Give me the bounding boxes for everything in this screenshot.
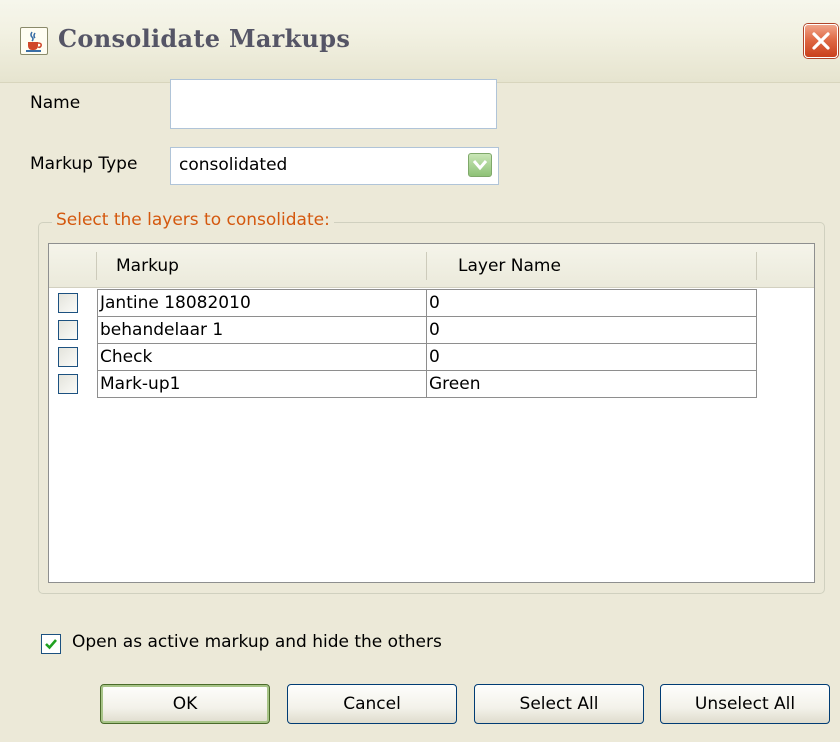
markup-cell[interactable]: Mark-up1 [97, 370, 427, 398]
dropdown-arrow-button[interactable] [468, 153, 492, 177]
layers-table[interactable]: Markup Layer Name Jantine 18082010 0 beh… [48, 243, 815, 583]
row-checkbox[interactable] [58, 320, 78, 340]
table-row[interactable]: behandelaar 1 0 [49, 316, 757, 344]
cancel-button[interactable]: Cancel [287, 684, 457, 724]
markup-cell[interactable]: Check [97, 343, 427, 371]
close-button[interactable] [804, 24, 838, 58]
chevron-down-icon [472, 160, 488, 171]
row-checkbox-cell [49, 316, 97, 344]
layer-name-cell[interactable]: 0 [426, 343, 757, 371]
row-checkbox-cell [49, 289, 97, 317]
java-cup-icon [20, 27, 48, 55]
column-header-layer-name[interactable]: Layer Name [458, 256, 561, 276]
header-divider [426, 252, 427, 280]
markup-type-label: Markup Type [30, 154, 138, 174]
markup-cell[interactable]: behandelaar 1 [97, 316, 427, 344]
layers-legend: Select the layers to consolidate: [52, 210, 334, 230]
header-divider [96, 252, 97, 280]
layer-name-cell[interactable]: 0 [426, 316, 757, 344]
markup-type-select[interactable]: consolidated [170, 147, 499, 185]
row-checkbox[interactable] [58, 347, 78, 367]
row-checkbox[interactable] [58, 293, 78, 313]
name-input[interactable] [170, 79, 497, 129]
row-checkbox[interactable] [58, 374, 78, 394]
layer-name-cell[interactable]: 0 [426, 289, 757, 317]
checkmark-icon [45, 639, 57, 650]
open-active-checkbox[interactable] [41, 634, 61, 654]
table-row[interactable]: Jantine 18082010 0 [49, 289, 757, 317]
table-row[interactable]: Mark-up1 Green [49, 370, 757, 398]
open-active-label[interactable]: Open as active markup and hide the other… [72, 632, 442, 652]
table-header: Markup Layer Name [49, 244, 814, 288]
table-row[interactable]: Check 0 [49, 343, 757, 371]
layer-name-cell[interactable]: Green [426, 370, 757, 398]
name-label: Name [30, 93, 81, 113]
row-checkbox-cell [49, 370, 97, 398]
ok-button[interactable]: OK [100, 684, 270, 724]
select-all-button[interactable]: Select All [474, 684, 644, 724]
unselect-all-button[interactable]: Unselect All [660, 684, 830, 724]
title-bar: Consolidate Markups [0, 0, 840, 83]
close-icon [812, 32, 830, 50]
window-title: Consolidate Markups [58, 24, 351, 53]
markup-cell[interactable]: Jantine 18082010 [97, 289, 427, 317]
column-header-markup[interactable]: Markup [116, 256, 179, 276]
row-checkbox-cell [49, 343, 97, 371]
markup-type-value: consolidated [179, 155, 288, 175]
header-divider [756, 252, 757, 280]
